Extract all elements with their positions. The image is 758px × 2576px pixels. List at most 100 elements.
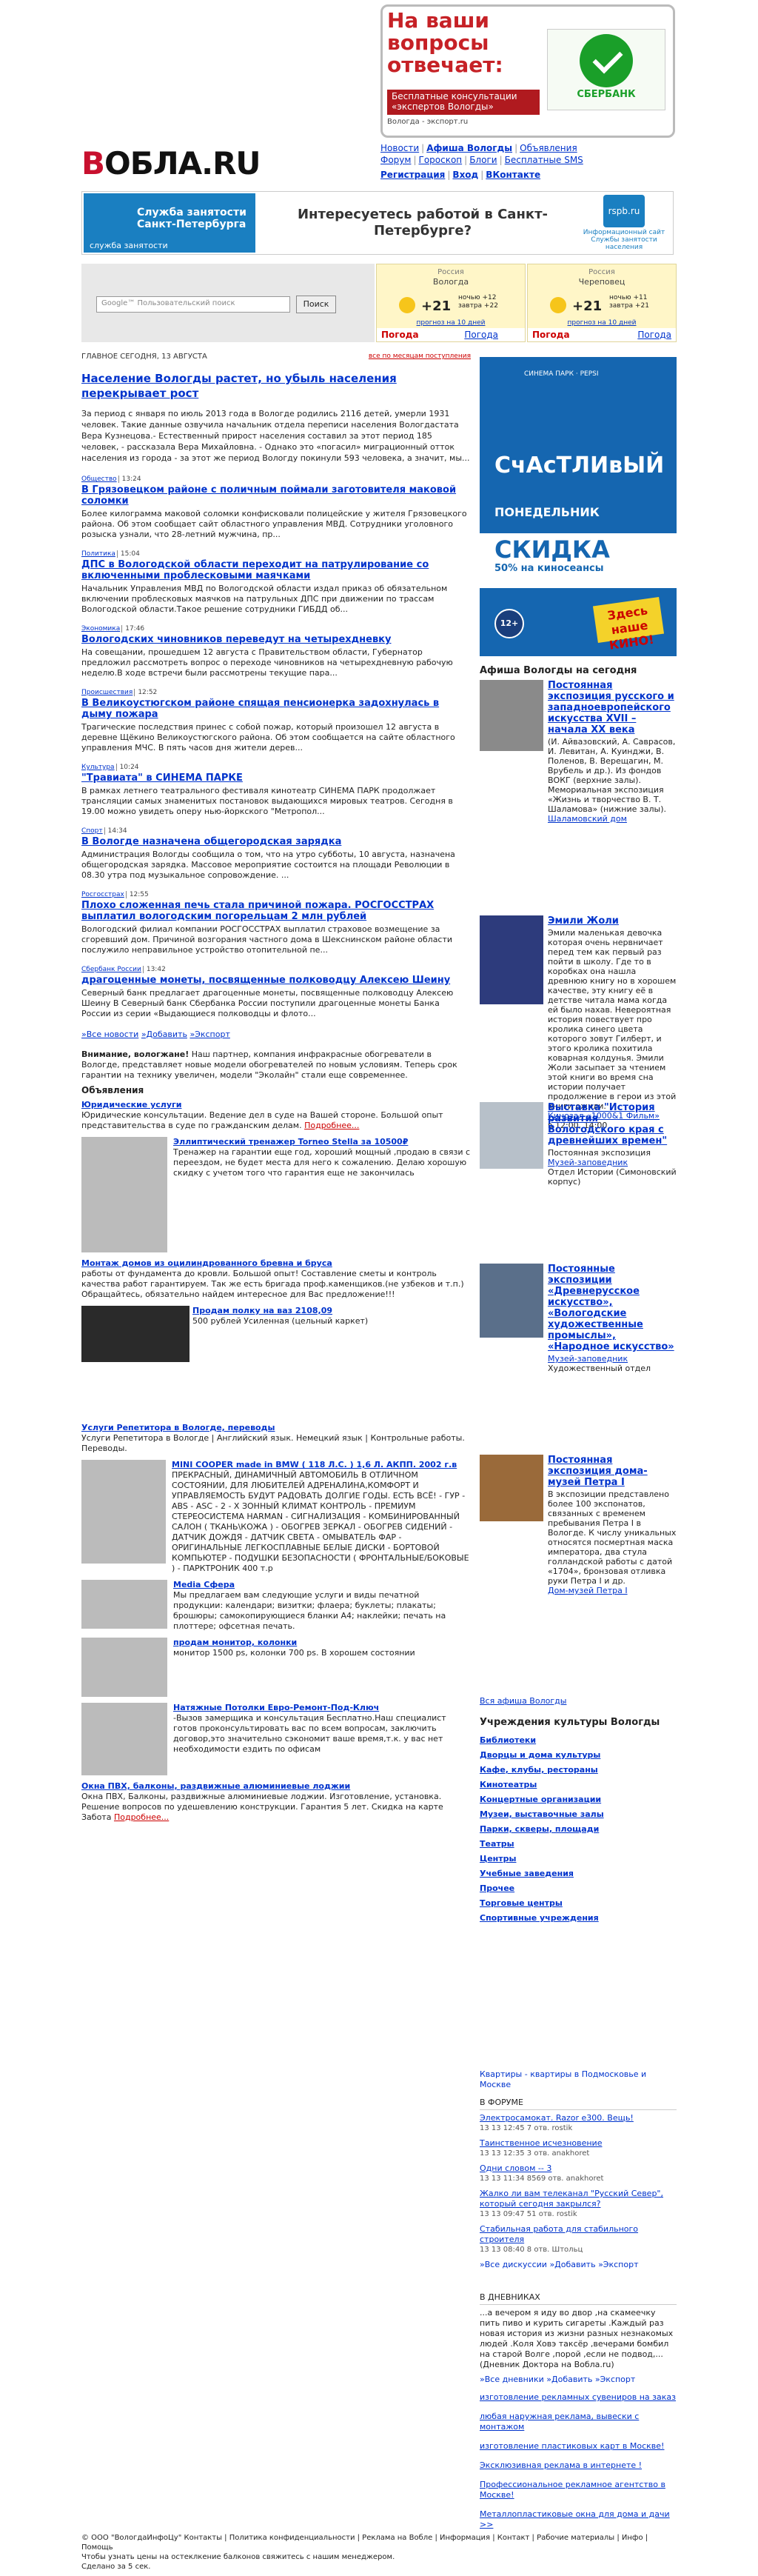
culture-link[interactable]: Музеи, выставочные залы xyxy=(480,1808,677,1821)
news-category-link[interactable]: Сбербанк России xyxy=(81,966,141,973)
nav-afisha[interactable]: Афиша Вологды xyxy=(426,143,512,153)
forum-topic-link[interactable]: Одни словом -- 3 xyxy=(480,2163,677,2174)
weather-forecast-link[interactable]: прогноз на 10 дней xyxy=(528,319,676,327)
side-ad-link[interactable]: Профессиональное рекламное агентство в М… xyxy=(480,2480,677,2500)
side-ad-link[interactable]: Металлопластиковые окна для дома и дачи … xyxy=(480,2509,677,2530)
forum-item: Одни словом -- 3 13 13 11:34 8569 отв. an… xyxy=(480,2163,677,2184)
ad-more-link[interactable]: Подробнее... xyxy=(304,1121,359,1130)
afisha-place-link[interactable]: Дом-музей Петра I xyxy=(548,1586,677,1595)
news-category-link[interactable]: Росгосстрах xyxy=(81,891,124,898)
ad-title-link[interactable]: MINI COOPER made in BMW ( 118 Л.С. ) 1,6… xyxy=(172,1460,471,1470)
top-banner-ad[interactable]: На ваши вопросы отвечает: Бесплатные кон… xyxy=(380,4,675,138)
ad-title-link[interactable]: продам монитор, колонки xyxy=(173,1638,471,1648)
news-category-link[interactable]: Спорт xyxy=(81,827,103,835)
ad-title-link[interactable]: Услуги Репетитора в Вологде, переводы xyxy=(81,1423,471,1433)
news-title-link[interactable]: "Травиата" в СИНЕМА ПАРКЕ xyxy=(81,773,471,784)
cinema-promo-ad[interactable]: СИНЕМА ПАРК · PEPSI СчАсТЛИвЫЙ ПОНЕДЕЛЬН… xyxy=(480,357,677,656)
afisha-place-link[interactable]: Музей-заповедник xyxy=(548,1354,677,1364)
news-title-link[interactable]: В Грязовецком районе с поличным поймали … xyxy=(81,484,471,507)
news-category-link[interactable]: Политика xyxy=(81,550,115,558)
ad-title-link[interactable]: Media Сфера xyxy=(173,1580,471,1590)
ad-photo[interactable] xyxy=(81,1638,167,1697)
culture-link[interactable]: Дворцы и дома культуры xyxy=(480,1749,677,1762)
nav-register[interactable]: Регистрация xyxy=(380,170,445,180)
ad-title-link[interactable]: Натяжные Потолки Евро-Ремонт-Под-Ключ xyxy=(173,1703,471,1713)
ad-more-link[interactable]: Подробнее... xyxy=(114,1812,169,1822)
all-afisha-link[interactable]: Вся афиша Вологды xyxy=(480,1696,566,1706)
news-category-link[interactable]: Культура xyxy=(81,764,115,771)
news-title-link[interactable]: драгоценные монеты, посвященные полковод… xyxy=(81,975,471,986)
weather-cherepovets[interactable]: Россия Череповец +21 ночью +11 завтра +21 … xyxy=(527,264,677,342)
culture-link[interactable]: Центры xyxy=(480,1852,677,1866)
side-ad-link[interactable]: изготовление рекламных сувениров на зака… xyxy=(480,2392,677,2403)
nav-vk[interactable]: ВКонтакте xyxy=(486,170,540,180)
forum-topic-link[interactable]: Стабильная работа для стабильного строит… xyxy=(480,2224,677,2245)
news-title-link[interactable]: Вологодских чиновников переведут на четы… xyxy=(81,634,471,645)
ad-title-link[interactable]: Окна ПВХ, балконы, раздвижные алюминиевы… xyxy=(81,1781,471,1792)
afisha-photo[interactable] xyxy=(480,1264,543,1338)
ad-photo[interactable] xyxy=(81,1703,167,1775)
nav-login[interactable]: Вход xyxy=(452,170,478,180)
banner-site: Вологда - экспорт.ru xyxy=(387,118,469,126)
ad-photo[interactable] xyxy=(81,1580,167,1629)
ad-title-link[interactable]: Эллиптический тренажер Torneo Stella за … xyxy=(173,1137,471,1147)
ad-photo[interactable] xyxy=(81,1460,166,1564)
nav-forum[interactable]: Форум xyxy=(380,155,411,165)
weather-vologda[interactable]: Россия Вологда +21 ночью +12 завтра +22 пр… xyxy=(376,264,526,342)
afisha-photo[interactable] xyxy=(480,680,543,751)
culture-link[interactable]: Кинотеатры xyxy=(480,1778,677,1792)
side-ad-link[interactable]: изготовление пластиковых карт в Москве! xyxy=(480,2441,677,2452)
afisha-photo[interactable] xyxy=(480,1455,543,1521)
side-ad-link[interactable]: Эксклюзивная реклама в интернете ! xyxy=(480,2460,677,2471)
ad-title-link[interactable]: Монтаж домов из оцилиндрованного бревна … xyxy=(81,1258,471,1269)
nav-sms[interactable]: Бесплатные SMS xyxy=(505,155,583,165)
forum-topic-link[interactable]: Электросамокат. Razor e300. Вещь! xyxy=(480,2113,677,2123)
news-title-link[interactable]: ДПС в Вологодской области переходит на п… xyxy=(81,559,471,581)
side-ad-link[interactable]: любая наружная реклама, вывески с монтаж… xyxy=(480,2412,677,2432)
search-button[interactable]: Поиск xyxy=(296,296,336,313)
nav-horoscope[interactable]: Гороскоп xyxy=(419,155,463,165)
ad-title-link[interactable]: Юридические услуги xyxy=(81,1100,471,1110)
culture-link[interactable]: Учебные заведения xyxy=(480,1867,677,1881)
news-title-link[interactable]: В Вологде назначена общегородская зарядк… xyxy=(81,836,471,847)
forum-topic-link[interactable]: Таинственное исчезновение xyxy=(480,2138,677,2149)
afisha-title-link[interactable]: Эмили Жоли xyxy=(548,915,677,927)
news-category-link[interactable]: Происшествия xyxy=(81,689,133,696)
afisha-title-link[interactable]: Постоянные экспозиции «Древнерусское иск… xyxy=(548,1264,677,1352)
ad-photo[interactable] xyxy=(81,1306,190,1362)
afisha-title-link[interactable]: Постоянная экспозиция дома-музей Петра I xyxy=(548,1455,677,1488)
site-logo[interactable]: ВОБЛА.RU xyxy=(81,147,261,181)
footer-links[interactable]: © ООО "ВологдаИнфоЦу" Контакты | Политик… xyxy=(81,2533,677,2552)
weather-forecast-link[interactable]: прогноз на 10 дней xyxy=(377,319,525,327)
culture-link[interactable]: Прочее xyxy=(480,1882,677,1895)
ad-text-body: монитор 1500 рs, колонки 700 рs. В хорош… xyxy=(173,1648,415,1658)
afisha-title-link[interactable]: Постоянная экспозиция русского и западно… xyxy=(548,680,677,735)
news-category-link[interactable]: Экономика xyxy=(81,625,120,633)
ad-photo[interactable] xyxy=(81,1137,167,1252)
ad-title-link[interactable]: Продам полку на ваз 2108,09 xyxy=(192,1306,471,1316)
nav-news[interactable]: Новости xyxy=(380,143,419,153)
all-months-link[interactable]: все по месяцам поступления xyxy=(369,353,471,360)
afisha-photo[interactable] xyxy=(480,915,543,1004)
afisha-photo[interactable] xyxy=(480,1102,543,1169)
culture-link[interactable]: Торговые центры xyxy=(480,1897,677,1910)
news-title-link[interactable]: В Великоустюгском районе спящая пенсионе… xyxy=(81,698,471,720)
culture-link[interactable]: Парки, скверы, площади xyxy=(480,1823,677,1836)
lead-title[interactable]: Население Вологды растет, но убыль насел… xyxy=(81,371,471,401)
culture-link[interactable]: Концертные организации xyxy=(480,1793,677,1806)
forum-topic-link[interactable]: Жалко ли вам телеканал "Русский Север", … xyxy=(480,2189,677,2209)
afisha-place-link[interactable]: Шаламовский дом xyxy=(548,814,677,824)
news-title-link[interactable]: Плохо сложенная печь стала причиной пожа… xyxy=(81,900,471,922)
nav-ads[interactable]: Объявления xyxy=(520,143,577,153)
kvartiry-line[interactable]: Квартиры - квартиры в Подмосковье и Моск… xyxy=(480,2069,677,2090)
nav-blogs[interactable]: Блоги xyxy=(469,155,497,165)
job-banner-ad[interactable]: Служба занятости Санкт-Петербурга служба… xyxy=(81,191,674,255)
culture-link[interactable]: Спортивные учреждения xyxy=(480,1912,677,1925)
culture-link[interactable]: Библиотеки xyxy=(480,1734,677,1747)
news-category-link[interactable]: Общество xyxy=(81,476,117,483)
culture-link[interactable]: Театры xyxy=(480,1838,677,1851)
search-input[interactable]: Google™ Пользовательский поиск xyxy=(96,296,290,313)
afisha-place-link[interactable]: Музей-заповедник xyxy=(548,1158,677,1167)
afisha-title-link[interactable]: Выставка "История развития Вологодского … xyxy=(548,1102,677,1147)
culture-link[interactable]: Кафе, клубы, рестораны xyxy=(480,1764,677,1777)
